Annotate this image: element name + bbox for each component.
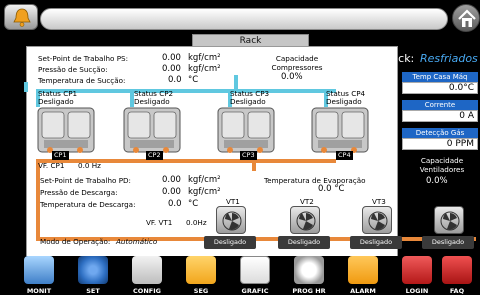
temp-casa-value-box: 0.0°C: [402, 82, 478, 94]
cp4-tag: CP4: [336, 151, 353, 160]
evaporation-temp-label: Temperatura de Evaporação: [264, 176, 366, 185]
suction-pressure-label: Pressão de Sucção:: [38, 65, 108, 74]
nav-prog-hr[interactable]: PROG HR: [286, 256, 332, 295]
fan-vt2[interactable]: [290, 206, 320, 234]
discharge-temp-unit: °C: [188, 199, 199, 209]
suction-temp-unit: °C: [188, 75, 199, 85]
temp-casa-unit: °C: [463, 83, 474, 93]
suction-manifold: [36, 89, 336, 93]
vf-vt1-value: 0.0Hz: [186, 218, 207, 227]
current-value: 0 A: [402, 110, 478, 122]
suction-pressure-value: 0.00: [162, 64, 181, 74]
nav-alarm[interactable]: ALARM: [340, 256, 386, 295]
home-icon[interactable]: [452, 4, 480, 32]
refresh-icon: [78, 256, 108, 284]
side-panel: Temp Casa Máq 0.0°C Corrente 0 A Detecçã…: [398, 72, 480, 257]
status-cp4-value: Desligado: [326, 97, 362, 106]
alarm-bell-icon: [348, 256, 378, 284]
compressor-capacity-label: Capacidade: [275, 54, 319, 63]
discharge-temp-value: 0.0: [168, 199, 182, 209]
fan-vt3[interactable]: [362, 206, 392, 234]
suction-pressure-unit: kgf/cm²: [188, 64, 221, 74]
fan-vt1-status: Desligado: [204, 236, 256, 249]
nav-alarm-label: ALARM: [350, 287, 376, 295]
current-label: Corrente: [402, 100, 478, 110]
clock-icon: [294, 256, 324, 284]
temp-casa-label: Temp Casa Máq: [402, 72, 478, 82]
setpoint-discharge-label: Set-Point de Trabalho PD:: [40, 176, 131, 185]
fan-vt2-status: Desligado: [278, 236, 330, 249]
compressor-capacity-label-2: Compressores: [271, 63, 323, 72]
rack-name: Resfriados: [420, 52, 478, 65]
tools-icon: [132, 256, 162, 284]
gas-label: Detecção Gás: [402, 128, 478, 138]
operation-mode-label: Modo de Operação:: [40, 237, 111, 246]
vt3-label: VT3: [372, 197, 386, 206]
suction-pipe: [24, 82, 28, 92]
fan-capacity-label-2: Ventiladores: [419, 165, 465, 174]
status-cp2-value: Desligado: [134, 97, 170, 106]
nav-config[interactable]: CONFIG: [124, 256, 170, 295]
operation-mode-value: Automático: [116, 237, 158, 246]
fan-vt1[interactable]: [216, 206, 246, 234]
nav-set[interactable]: SET: [70, 256, 116, 295]
discharge-pressure-unit: kgf/cm²: [188, 187, 221, 197]
vf-vt1-label: VF. VT1: [146, 218, 173, 227]
cp3-tag: CP3: [240, 151, 257, 160]
status-cp1-value: Desligado: [38, 97, 74, 106]
vf-cp1-label: VF. CP1: [38, 161, 65, 170]
discharge-temp-label: Temperatura de Descarga:: [40, 200, 136, 209]
nav-grafic-label: GRAFIC: [241, 287, 269, 295]
vt2-label: VT2: [300, 197, 314, 206]
compressor-capacity-value: 0.0%: [281, 72, 303, 82]
lock-icon: [402, 256, 432, 284]
alarm-bell-icon[interactable]: [4, 4, 38, 30]
suction-temp-value: 0.0: [168, 75, 182, 85]
vf-cp1-value: 0.0 Hz: [78, 161, 101, 170]
nav-monit[interactable]: MONIT: [16, 256, 62, 295]
nav-seg[interactable]: SEG: [178, 256, 224, 295]
nav-monit-label: MONIT: [26, 287, 52, 295]
monitor-icon: [24, 256, 54, 284]
gas-value: 0 PPM: [402, 138, 478, 150]
temp-casa-value: 0.0: [448, 83, 464, 93]
setpoint-suction-unit: kgf/cm²: [188, 53, 221, 63]
discharge-pressure-value: 0.00: [162, 187, 181, 197]
status-cp3-value: Desligado: [230, 97, 266, 106]
nav-seg-label: SEG: [193, 287, 209, 295]
setpoint-discharge-unit: kgf/cm²: [188, 175, 221, 185]
setpoint-suction-value[interactable]: 0.00: [162, 53, 181, 63]
bottom-nav: MONIT SET CONFIG SEG GRAFIC PROG HR ALAR…: [0, 256, 480, 295]
suction-temp-label: Temperatura de Sucção:: [38, 76, 126, 85]
nav-faq-label: FAQ: [449, 287, 465, 295]
nav-config-label: CONFIG: [133, 287, 161, 295]
warning-icon: [186, 256, 216, 284]
setpoint-discharge-value[interactable]: 0.00: [162, 175, 181, 185]
fan-capacity-value: 0.0%: [426, 176, 448, 186]
nav-prog-hr-label: PROG HR: [292, 287, 326, 295]
nav-faq[interactable]: FAQ: [434, 256, 480, 295]
hmi-screen: Rack Rack: Resfriados Set-Point de Traba…: [0, 0, 480, 295]
cp2-tag: CP2: [146, 151, 163, 160]
setpoint-suction-label: Set-Point de Trabalho PS:: [38, 54, 129, 63]
vt1-label: VT1: [226, 197, 240, 206]
message-bar: [40, 8, 448, 30]
question-icon: [442, 256, 472, 284]
cp1-tag: CP1: [52, 151, 69, 160]
main-area: Rack Rack: Resfriados Set-Point de Traba…: [0, 34, 480, 257]
nav-grafic[interactable]: GRAFIC: [232, 256, 278, 295]
discharge-pressure-label: Pressão de Descarga:: [40, 188, 118, 197]
nav-set-label: SET: [86, 287, 100, 295]
fan-capacity-label: Capacidade: [420, 156, 464, 165]
discharge-down: [36, 159, 40, 239]
evaporation-temp-value: 0.0 °C: [318, 184, 345, 194]
fan-vt3-status: Desligado: [350, 236, 402, 249]
chart-icon: [240, 256, 270, 284]
